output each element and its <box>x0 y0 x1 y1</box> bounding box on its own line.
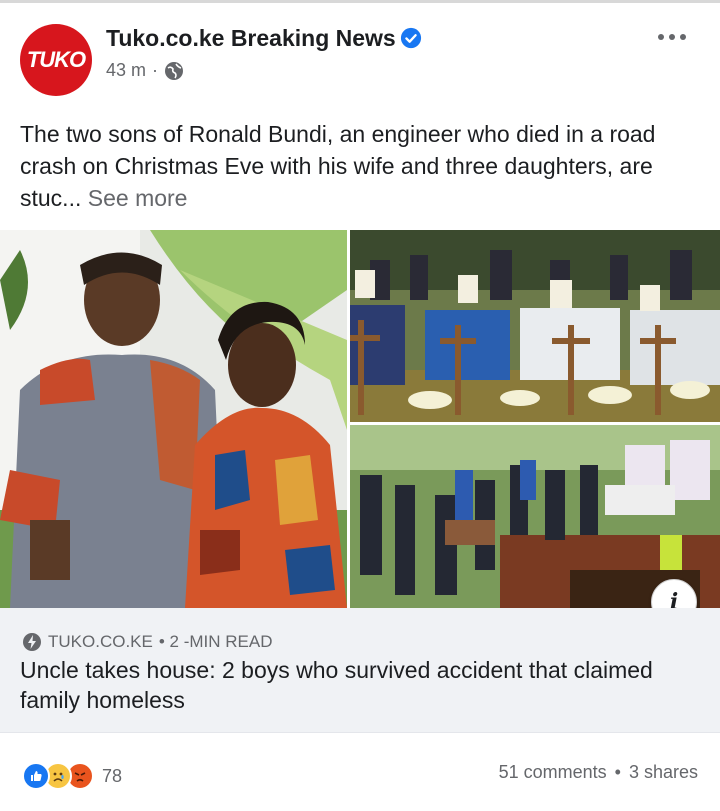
comments-count[interactable]: 51 comments <box>499 762 607 783</box>
post-time[interactable]: 43 m <box>106 60 146 81</box>
globe-icon <box>165 61 184 80</box>
more-options-button[interactable] <box>655 28 689 46</box>
see-more-link[interactable]: See more <box>88 185 188 211</box>
stats-separator: • <box>614 762 621 782</box>
like-icon <box>22 762 50 790</box>
engagement-stats: 51 comments • 3 shares <box>499 762 698 783</box>
more-dot <box>658 34 664 40</box>
post-header: TUKO Tuko.co.ke Breaking News 43 m · <box>0 0 720 100</box>
link-source-row: TUKO.CO.KE • 2 -MIN READ <box>22 632 273 652</box>
more-dot <box>669 34 675 40</box>
post-images[interactable] <box>0 230 720 608</box>
meta-separator: · <box>152 60 159 80</box>
lightning-icon <box>23 633 41 651</box>
footer-divider <box>0 732 720 733</box>
link-headline[interactable]: Uncle takes house: 2 boys who survived a… <box>20 655 680 715</box>
post-meta: 43 m · <box>106 60 184 81</box>
verified-badge-icon <box>400 27 422 49</box>
reactions-summary[interactable]: 78 <box>22 762 122 790</box>
shares-count[interactable]: 3 shares <box>629 762 698 783</box>
avatar-logo-text: TUKO <box>26 47 86 72</box>
burial-caskets-photo[interactable] <box>350 230 720 422</box>
link-domain: TUKO.CO.KE <box>48 632 153 651</box>
page-name[interactable]: Tuko.co.ke Breaking News <box>106 25 396 52</box>
page-avatar[interactable]: TUKO <box>20 24 92 96</box>
more-dot <box>680 34 686 40</box>
link-read-time: • 2 -MIN READ <box>158 632 273 651</box>
post-footer: 78 51 comments • 3 shares <box>0 732 720 811</box>
link-preview-card[interactable]: TUKO.CO.KE • 2 -MIN READ Uncle takes hou… <box>0 608 720 732</box>
couple-photo[interactable] <box>0 230 347 608</box>
reaction-count: 78 <box>102 765 123 786</box>
post-text: The two sons of Ronald Bundi, an enginee… <box>20 118 700 214</box>
